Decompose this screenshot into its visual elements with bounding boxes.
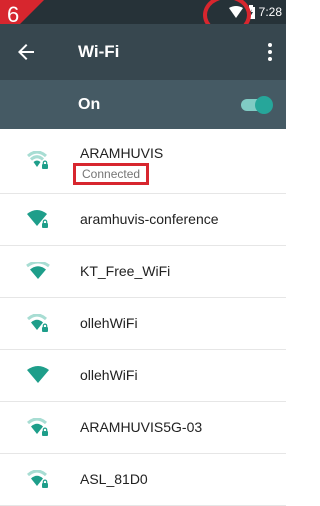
wifi-signal-lock-icon (26, 150, 50, 171)
wifi-signal-lock-icon (26, 469, 50, 490)
wifi-signal-icon (26, 260, 50, 282)
back-arrow-icon[interactable] (14, 40, 38, 64)
wifi-toggle-switch[interactable] (241, 96, 273, 114)
wifi-network-list: ARAMHUVIS Connected aramhuvis-conference… (0, 129, 286, 506)
network-row[interactable]: ARAMHUVIS Connected (0, 129, 286, 194)
network-status: Connected (73, 163, 150, 185)
network-row[interactable]: ASL_81D0 (0, 454, 286, 506)
wifi-signal-lock-icon (26, 417, 50, 438)
wifi-signal-lock-icon (26, 209, 50, 230)
network-ssid: ollehWiFi (80, 366, 138, 383)
more-options-icon[interactable] (266, 42, 274, 62)
network-ssid: ARAMHUVIS (80, 145, 164, 161)
network-ssid: ASL_81D0 (80, 470, 148, 487)
network-ssid: ARAMHUVIS5G-03 (80, 418, 203, 435)
app-toolbar: Wi-Fi (0, 24, 286, 80)
status-time: 7:28 (258, 5, 282, 19)
switch-state-label: On (78, 96, 101, 113)
network-ssid: KT_Free_WiFi (80, 262, 171, 279)
network-row[interactable]: ARAMHUVIS5G-03 (0, 402, 286, 454)
network-row[interactable]: aramhuvis-conference (0, 194, 286, 246)
wifi-signal-icon (26, 365, 50, 386)
network-row[interactable]: KT_Free_WiFi (0, 246, 286, 298)
network-ssid: aramhuvis-conference (80, 210, 219, 227)
network-row[interactable]: ollehWiFi (0, 298, 286, 350)
switch-thumb (255, 96, 273, 114)
page-title: Wi-Fi (78, 42, 120, 61)
wifi-signal-lock-icon (26, 313, 50, 334)
wifi-master-switch-bar[interactable]: On (0, 80, 286, 129)
network-row[interactable]: ollehWiFi (0, 350, 286, 402)
network-ssid: ollehWiFi (80, 314, 138, 331)
